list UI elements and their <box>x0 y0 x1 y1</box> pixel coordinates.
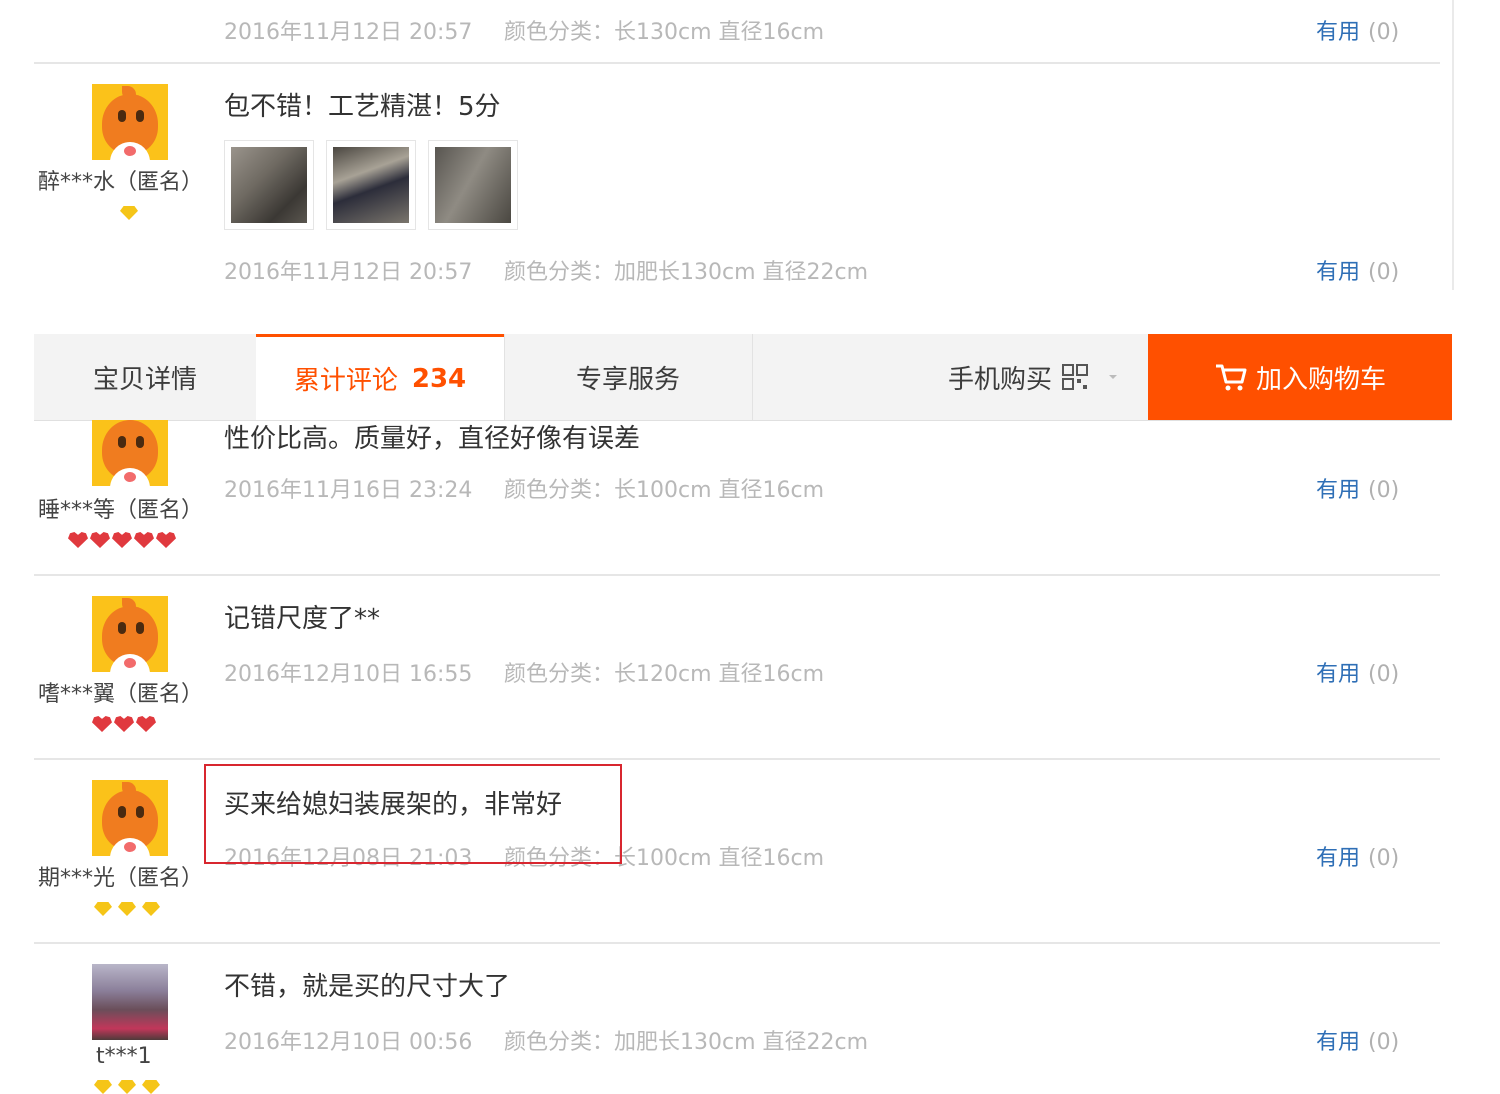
avatar[interactable] <box>92 780 168 856</box>
tab-service[interactable]: 专享服务 <box>504 334 752 420</box>
review-sku: 颜色分类：加肥长130cm 直径22cm <box>504 260 869 285</box>
divider <box>34 758 1440 760</box>
chevron-down-icon <box>1109 375 1117 379</box>
mobile-buy-label[interactable]: 手机购买 <box>948 359 1052 396</box>
review-date: 2016年11月12日 20:57 <box>224 260 473 285</box>
useful-label[interactable]: 有用 <box>1316 846 1360 871</box>
useful-label[interactable]: 有用 <box>1316 478 1360 503</box>
review-date: 2016年11月16日 23:24 <box>224 478 473 503</box>
useful-count: (0) <box>1368 846 1400 871</box>
review-text: 性价比高。质量好，直径好像有误差 <box>224 424 641 454</box>
useful-count: (0) <box>1368 478 1400 503</box>
divider <box>34 574 1440 576</box>
review-photo[interactable] <box>224 140 314 230</box>
review-photo[interactable] <box>428 140 518 230</box>
review-date: 2016年12月10日 16:55 <box>224 662 473 687</box>
useful-button[interactable]: 有用 (0) <box>1316 472 1399 504</box>
username[interactable]: 期***光（匿名） <box>38 860 203 892</box>
tab-service-label[interactable]: 专享服务 <box>576 359 680 396</box>
useful-button[interactable]: 有用 (0) <box>1316 1024 1399 1056</box>
avatar[interactable] <box>92 596 168 672</box>
cart-icon <box>1215 364 1247 391</box>
avatar[interactable] <box>92 964 168 1040</box>
heart-badge-icon <box>92 716 156 732</box>
useful-button[interactable]: 有用 (0) <box>1316 840 1399 872</box>
useful-label[interactable]: 有用 <box>1316 20 1360 45</box>
review-date: 2016年12月10日 00:56 <box>224 1030 473 1055</box>
useful-label[interactable]: 有用 <box>1316 260 1360 285</box>
useful-button[interactable]: 有用 (0) <box>1316 14 1399 46</box>
divider <box>34 942 1440 944</box>
review-date: 2016年11月12日 20:57 <box>224 20 473 45</box>
diamond-badge-icon <box>120 206 138 220</box>
tab-reviews-label[interactable]: 累计评论 <box>294 360 398 397</box>
useful-count: (0) <box>1368 662 1400 687</box>
tab-reviews[interactable]: 累计评论 234 <box>256 334 504 420</box>
right-border <box>1452 0 1454 290</box>
review-text: 记错尺度了** <box>224 604 381 634</box>
add-to-cart-button[interactable]: 加入购物车 <box>1148 334 1452 420</box>
useful-count: (0) <box>1368 1030 1400 1055</box>
tab-details-label[interactable]: 宝贝详情 <box>93 359 197 396</box>
review-text: 不错，就是买的尺寸大了 <box>224 972 511 1002</box>
useful-button[interactable]: 有用 (0) <box>1316 254 1399 286</box>
username[interactable]: 嗜***翼（匿名） <box>38 676 203 708</box>
heart-badge-icon <box>68 532 176 548</box>
qr-code-icon <box>1062 364 1088 390</box>
review-sku: 颜色分类：加肥长130cm 直径22cm <box>504 1030 869 1055</box>
review-count: 234 <box>411 363 467 394</box>
mobile-buy-button[interactable]: 手机购买 <box>914 334 1154 420</box>
review-sku: 颜色分类：长100cm 直径16cm <box>504 478 825 503</box>
useful-button[interactable]: 有用 (0) <box>1316 656 1399 688</box>
review-sku: 颜色分类：长130cm 直径16cm <box>504 20 825 45</box>
review-photo[interactable] <box>326 140 416 230</box>
username[interactable]: 醉***水（匿名） <box>38 164 203 196</box>
username[interactable]: t***1 <box>96 1044 152 1069</box>
review-text: 包不错！工艺精湛！5分 <box>224 92 501 122</box>
avatar[interactable] <box>92 84 168 160</box>
tab-divider <box>752 334 753 420</box>
review-sku: 颜色分类：长120cm 直径16cm <box>504 662 825 687</box>
tab-details[interactable]: 宝贝详情 <box>34 334 256 420</box>
useful-count: (0) <box>1368 20 1400 45</box>
avatar[interactable] <box>92 420 168 486</box>
highlight-box <box>204 764 622 864</box>
diamond-badge-icon <box>94 1080 160 1094</box>
diamond-badge-icon <box>94 902 160 916</box>
useful-label[interactable]: 有用 <box>1316 1030 1360 1055</box>
divider <box>34 62 1440 64</box>
username[interactable]: 睡***等（匿名） <box>38 492 203 524</box>
add-to-cart-label[interactable]: 加入购物车 <box>1256 359 1386 396</box>
useful-count: (0) <box>1368 260 1400 285</box>
useful-label[interactable]: 有用 <box>1316 662 1360 687</box>
